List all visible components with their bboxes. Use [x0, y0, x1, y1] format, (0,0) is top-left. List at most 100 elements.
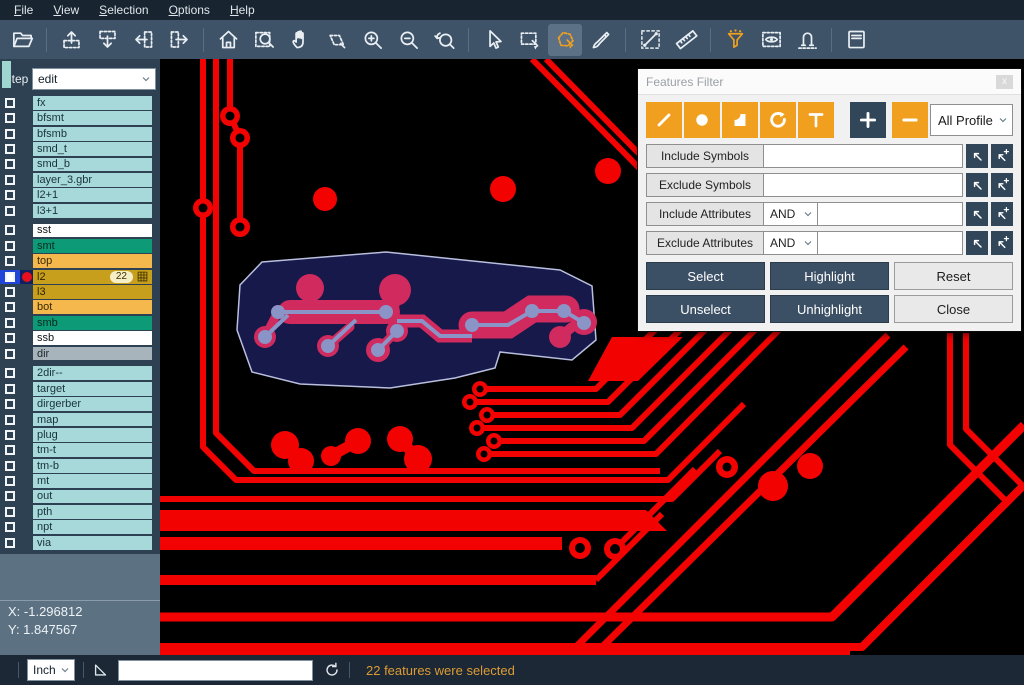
layer-cell-smb[interactable]: smb	[33, 316, 152, 330]
include-attributes-button[interactable]: Include Attributes	[646, 202, 764, 226]
pick-from-canvas-button[interactable]	[966, 231, 988, 255]
layer-cell-fx[interactable]: fx	[33, 96, 152, 110]
layer-checkbox-layer_3.gbr[interactable]	[0, 173, 20, 187]
logic-combo[interactable]: AND	[764, 231, 818, 255]
layer-checkbox-pth[interactable]	[0, 505, 20, 519]
filter-lines-button[interactable]	[646, 102, 682, 138]
include-symbols-button[interactable]: Include Symbols	[646, 144, 764, 168]
layer-cell-plug[interactable]: plug	[33, 428, 152, 442]
exclude-symbols-input[interactable]	[764, 173, 963, 197]
layer-checkbox-top[interactable]	[0, 254, 20, 268]
layer-cell-target[interactable]: target	[33, 382, 152, 396]
reset-button[interactable]: Reset	[894, 262, 1013, 290]
add-mode-button[interactable]	[850, 102, 886, 138]
shift-left-button[interactable]	[126, 24, 160, 56]
corner-measure-icon[interactable]	[92, 661, 110, 679]
snap-button[interactable]	[790, 24, 824, 56]
home-view-button[interactable]	[211, 24, 245, 56]
units-combo[interactable]: Inch	[27, 659, 75, 681]
layer-cell-l3+1[interactable]: l3+1	[33, 204, 152, 218]
layers-panel-button[interactable]	[839, 24, 873, 56]
open-button[interactable]	[5, 24, 39, 56]
select-button[interactable]	[476, 24, 510, 56]
zoom-out-button[interactable]	[391, 24, 425, 56]
layer-checkbox-sst[interactable]	[0, 224, 20, 238]
zoom-polygon-button[interactable]	[319, 24, 353, 56]
layer-cell-bot[interactable]: bot	[33, 300, 152, 314]
features-filter-button[interactable]	[718, 24, 752, 56]
menu-help[interactable]: Help	[220, 0, 265, 20]
layer-cell-tm-b[interactable]: tm-b	[33, 459, 152, 473]
layer-checkbox-l2+1[interactable]	[0, 188, 20, 202]
refresh-icon[interactable]	[323, 661, 341, 679]
layer-cell-top[interactable]: top	[33, 254, 152, 268]
pick-add-button[interactable]	[991, 231, 1013, 255]
layer-checkbox-dirgerber[interactable]	[0, 397, 20, 411]
rectangle-select-button[interactable]	[512, 24, 546, 56]
layer-checkbox-via[interactable]	[0, 536, 20, 550]
layer-checkbox-fx[interactable]	[0, 96, 20, 110]
include-attributes-input[interactable]	[818, 202, 963, 226]
layer-cell-npt[interactable]: npt	[33, 520, 152, 534]
menu-options[interactable]: Options	[159, 0, 220, 20]
layer-checkbox-target[interactable]	[0, 382, 20, 396]
menu-file[interactable]: File	[4, 0, 43, 20]
layer-checkbox-out[interactable]	[0, 490, 20, 504]
layer-checkbox-smd_t[interactable]	[0, 142, 20, 156]
layer-cell-smd_t[interactable]: smd_t	[33, 142, 152, 156]
layer-checkbox-plug[interactable]	[0, 428, 20, 442]
layer-checkbox-smt[interactable]	[0, 239, 20, 253]
command-input[interactable]	[118, 660, 313, 681]
layer-cell-out[interactable]: out	[33, 490, 152, 504]
layer-checkbox-dir[interactable]	[0, 347, 20, 361]
shift-up-button[interactable]	[54, 24, 88, 56]
layer-cell-2dir--[interactable]: 2dir--	[33, 366, 152, 380]
shift-right-button[interactable]	[162, 24, 196, 56]
layer-checkbox-ssb[interactable]	[0, 331, 20, 345]
layer-cell-layer_3.gbr[interactable]: layer_3.gbr	[33, 173, 152, 187]
pick-from-canvas-button[interactable]	[966, 173, 988, 197]
ruler-button[interactable]	[669, 24, 703, 56]
close-icon[interactable]: x	[996, 75, 1013, 89]
zoom-area-button[interactable]	[247, 24, 281, 56]
menu-view[interactable]: View	[43, 0, 89, 20]
logic-combo[interactable]: AND	[764, 202, 818, 226]
pick-from-canvas-button[interactable]	[966, 144, 988, 168]
layer-cell-via[interactable]: via	[33, 536, 152, 550]
layer-checkbox-tm-t[interactable]	[0, 443, 20, 457]
brush-select-button[interactable]	[584, 24, 618, 56]
filter-arcs-button[interactable]	[760, 102, 796, 138]
layer-cell-map[interactable]: map	[33, 413, 152, 427]
filter-text-button[interactable]	[798, 102, 834, 138]
zoom-previous-button[interactable]	[427, 24, 461, 56]
include-symbols-input[interactable]	[764, 144, 963, 168]
layer-cell-dir[interactable]: dir	[33, 347, 152, 361]
layer-cell-bfsmt[interactable]: bfsmt	[33, 111, 152, 125]
layer-cell-smd_b[interactable]: smd_b	[33, 158, 152, 172]
step-combo[interactable]: edit	[32, 68, 156, 90]
layer-cell-mt[interactable]: mt	[33, 474, 152, 488]
unselect-button[interactable]: Unselect	[646, 295, 765, 323]
zoom-in-button[interactable]	[355, 24, 389, 56]
layer-cell-dirgerber[interactable]: dirgerber	[33, 397, 152, 411]
filter-pads-button[interactable]	[684, 102, 720, 138]
layer-checkbox-map[interactable]	[0, 413, 20, 427]
layer-checkbox-mt[interactable]	[0, 474, 20, 488]
layer-cell-l3[interactable]: l3	[33, 285, 152, 299]
layer-cell-tm-t[interactable]: tm-t	[33, 443, 152, 457]
menu-selection[interactable]: Selection	[89, 0, 158, 20]
pick-add-button[interactable]	[991, 173, 1013, 197]
pan-button[interactable]	[283, 24, 317, 56]
grid-icon[interactable]	[137, 271, 148, 282]
layer-cell-sst[interactable]: sst	[33, 224, 152, 238]
filter-surfaces-button[interactable]	[722, 102, 758, 138]
layer-checkbox-npt[interactable]	[0, 520, 20, 534]
pick-add-button[interactable]	[991, 202, 1013, 226]
profile-combo[interactable]: All Profile	[930, 104, 1013, 136]
layer-checkbox-2dir--[interactable]	[0, 366, 20, 380]
layer-checkbox-l2[interactable]	[0, 270, 20, 284]
layer-checkbox-bot[interactable]	[0, 300, 20, 314]
highlight-button[interactable]: Highlight	[770, 262, 889, 290]
remove-mode-button[interactable]	[892, 102, 928, 138]
close-button[interactable]: Close	[894, 295, 1013, 323]
